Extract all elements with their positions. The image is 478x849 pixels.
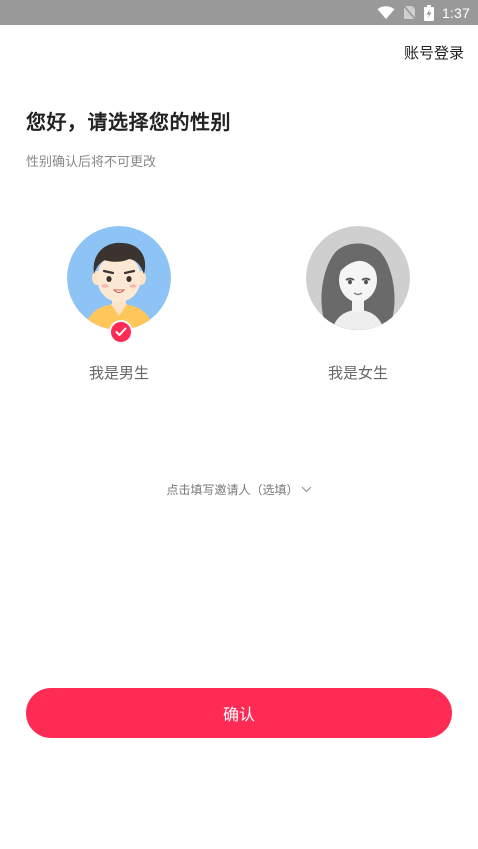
- gender-label-female: 我是女生: [327, 364, 388, 382]
- wifi-icon: [377, 5, 395, 20]
- selected-check-icon: [109, 320, 133, 344]
- page-title: 您好，请选择您的性别: [26, 110, 231, 134]
- confirm-button[interactable]: 确认: [26, 688, 452, 738]
- status-bar: 1:37: [0, 0, 478, 25]
- status-time: 1:37: [441, 4, 470, 21]
- page-subtitle: 性别确认后将不可更改: [26, 155, 157, 170]
- gender-select-screen: 1:37 账号登录 您好，请选择您的性别 性别确认后将不可更改 我是男生 我是女…: [0, 0, 478, 849]
- gender-option-female[interactable]: 我是女生: [278, 226, 438, 386]
- battery-charging-icon: [423, 4, 434, 21]
- no-sim-icon: [403, 5, 416, 20]
- chevron-down-icon: [301, 482, 312, 496]
- inviter-label: 点击填写邀请人（选填）: [166, 483, 299, 497]
- male-avatar-icon: [67, 226, 171, 330]
- female-avatar-icon: [306, 226, 410, 330]
- gender-option-male[interactable]: 我是男生: [39, 226, 199, 386]
- inviter-link[interactable]: 点击填写邀请人（选填）: [0, 481, 478, 498]
- gender-label-male: 我是男生: [88, 364, 149, 382]
- status-icons: 1:37: [377, 0, 470, 25]
- account-login-link[interactable]: 账号登录: [404, 42, 464, 63]
